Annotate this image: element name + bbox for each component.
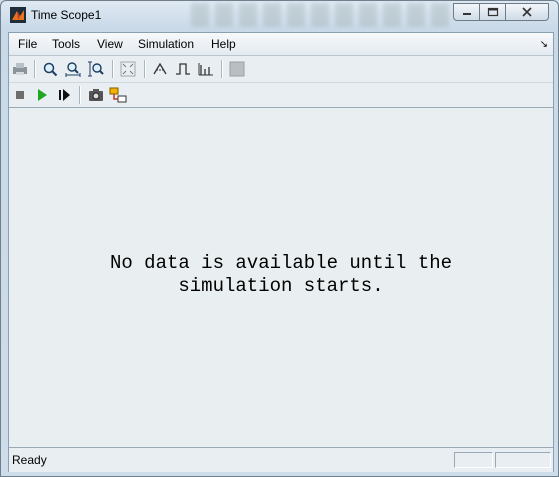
status-bar: Ready	[9, 447, 553, 472]
plot-area[interactable]: No data is available until the simulatio…	[9, 108, 553, 448]
menu-bar: File Tools View Simulation Help ↘	[9, 33, 553, 56]
run-icon[interactable]	[33, 86, 51, 104]
snapshot-icon[interactable]	[87, 86, 105, 104]
toolbar-separator	[34, 60, 36, 78]
client-area: File Tools View Simulation Help ↘ No dat…	[8, 32, 554, 472]
title-bar[interactable]: Time Scope1	[1, 1, 558, 31]
highlight-simulink-icon[interactable]	[109, 86, 127, 104]
toolbar-view	[9, 56, 553, 83]
toolbar-separator	[221, 60, 223, 78]
menu-tools[interactable]: Tools	[52, 37, 80, 51]
toolbar-separator	[79, 86, 81, 104]
close-button[interactable]	[505, 3, 549, 21]
toolbar-separator	[144, 60, 146, 78]
no-data-message: No data is available until the simulatio…	[9, 252, 553, 298]
stop-icon[interactable]	[11, 86, 29, 104]
autoscale-icon[interactable]	[119, 60, 137, 78]
message-line-1: No data is available until the	[109, 252, 453, 274]
zoom-in-icon[interactable]	[41, 60, 59, 78]
step-forward-icon[interactable]	[55, 86, 73, 104]
toolbar-separator	[112, 60, 114, 78]
disabled-icon	[228, 60, 246, 78]
status-cell	[454, 452, 493, 468]
toolbar-simulation	[9, 83, 553, 108]
matlab-icon	[10, 7, 26, 23]
zoom-y-icon[interactable]	[87, 60, 105, 78]
maximize-button[interactable]	[479, 3, 506, 21]
minimize-icon	[462, 13, 471, 15]
status-text: Ready	[12, 453, 47, 467]
pulse-icon[interactable]	[174, 60, 192, 78]
menu-view[interactable]: View	[97, 37, 123, 51]
menu-file[interactable]: File	[18, 37, 37, 51]
close-icon	[522, 7, 532, 17]
menu-simulation[interactable]: Simulation	[138, 37, 194, 51]
print-icon[interactable]	[11, 60, 29, 78]
measurements-icon[interactable]	[197, 60, 215, 78]
status-cell	[495, 452, 551, 468]
scope-window: Time Scope1 File Tools View Simulation H…	[0, 0, 559, 477]
maximize-icon	[487, 7, 498, 17]
background-blur	[191, 3, 451, 27]
zoom-x-icon[interactable]	[64, 60, 82, 78]
minimize-button[interactable]	[453, 3, 480, 21]
trigger-icon[interactable]	[151, 60, 169, 78]
menu-arrow-icon[interactable]: ↘	[540, 39, 548, 50]
menu-help[interactable]: Help	[211, 37, 236, 51]
window-title: Time Scope1	[31, 8, 102, 22]
message-line-2: simulation starts.	[178, 275, 384, 297]
